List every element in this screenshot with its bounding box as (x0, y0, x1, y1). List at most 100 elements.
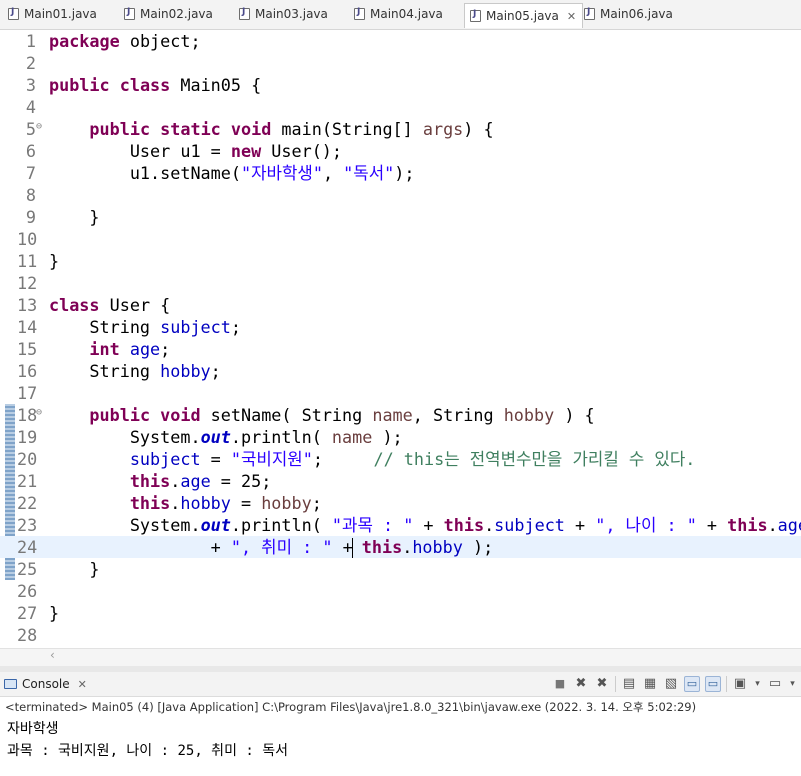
close-icon[interactable]: ✕ (567, 10, 576, 23)
string-literal: "국비지원" (230, 449, 313, 469)
word-wrap-icon[interactable]: ▧ (663, 676, 679, 692)
static-field: out (200, 427, 231, 447)
code-text: . (402, 537, 413, 557)
code-editor[interactable]: 1 package object; 2 3 public class Main05 … (0, 30, 801, 648)
code-text: = (230, 493, 262, 513)
remove-launch-icon[interactable]: ✖ (573, 676, 589, 692)
tab-main02[interactable]: Main02.java (124, 4, 213, 24)
fold-icon[interactable]: ⊖ (36, 116, 42, 138)
display-console-icon[interactable]: ▭ (767, 676, 783, 692)
code-line: 6 User u1 = new User(); (0, 140, 801, 162)
code-text: String (49, 361, 161, 381)
line-number: 26 (17, 581, 38, 601)
code-text: . (170, 471, 181, 491)
terminate-icon[interactable]: ■ (552, 676, 568, 692)
tab-main05[interactable]: Main05.java ✕ (464, 3, 584, 28)
tab-main04[interactable]: Main04.java (354, 4, 443, 24)
field: age (180, 471, 211, 491)
show-on-output-icon[interactable]: ▭ (684, 676, 700, 692)
field: age (129, 339, 161, 359)
chevron-down-icon[interactable]: ▾ (753, 676, 762, 692)
code-text: ) { (554, 405, 595, 425)
code-text: = (200, 449, 231, 469)
keyword: public (49, 75, 110, 95)
close-icon[interactable]: ✕ (78, 678, 87, 691)
horizontal-scrollbar[interactable]: ‹ (0, 648, 801, 666)
code-line: 17 (0, 382, 801, 404)
fold-icon[interactable]: ⊖ (36, 402, 42, 424)
code-text: User { (99, 295, 171, 315)
code-line: 5 ⊖ public static void main(String[] args… (0, 118, 801, 140)
code-text: + (564, 515, 596, 535)
keyword: int (89, 339, 120, 359)
code-text: . (767, 515, 778, 535)
tab-main01[interactable]: Main01.java (8, 4, 97, 24)
line-number: 17 (17, 383, 38, 403)
scroll-left-icon[interactable]: ‹ (50, 648, 55, 662)
field: subject (129, 449, 201, 469)
console-output-line: 과목 : 국비지원, 나이 : 25, 취미 : 독서 (7, 743, 288, 759)
code-line: 26 (0, 580, 801, 602)
code-text: + (332, 537, 353, 557)
line-number: 23 (17, 515, 38, 535)
keyword: new (230, 141, 262, 161)
clear-console-icon[interactable]: ▤ (621, 676, 637, 692)
keyword: this (443, 515, 485, 535)
line-number: 16 (17, 361, 38, 381)
line-number: 15 (17, 339, 38, 359)
code-line: 14 String subject; (0, 316, 801, 338)
current-code-line: 24 + ", 취미 : " + this.hobby ); (0, 536, 801, 558)
code-text: . (170, 493, 181, 513)
line-number: 12 (17, 273, 38, 293)
code-line: 13 class User { (0, 294, 801, 316)
keyword: this (361, 537, 403, 557)
code-text: , (322, 163, 344, 183)
tab-label: Main03.java (255, 7, 328, 21)
keyword: public (89, 405, 151, 425)
keyword: this (129, 471, 171, 491)
string-literal: "자바학생" (240, 163, 323, 183)
code-text: + (49, 537, 231, 557)
pin-console-icon[interactable]: ▣ (732, 676, 748, 692)
java-file-icon (354, 7, 365, 20)
java-file-icon (470, 9, 481, 22)
console-header: Console ✕ ■ ✖ ✖ ▤ ▦ ▧ ▭ ▭ ▣ ▾ ▭ ▾ (0, 672, 801, 697)
tab-main03[interactable]: Main03.java (239, 4, 328, 24)
code-line: 12 (0, 272, 801, 294)
line-number: 27 (17, 603, 38, 623)
tab-main06[interactable]: Main06.java (584, 4, 673, 24)
code-line: 23 System.out.println( "과목 : " + this.su… (0, 514, 801, 536)
code-text: } (49, 251, 60, 271)
console-toolbar: ■ ✖ ✖ ▤ ▦ ▧ ▭ ▭ ▣ ▾ ▭ ▾ (552, 675, 797, 693)
line-number: 22 (17, 493, 38, 513)
tab-label: Main02.java (140, 7, 213, 21)
console-status: <terminated> Main05 (4) [Java Applicatio… (5, 700, 697, 714)
console-icon (4, 679, 17, 689)
code-text: u1.setName( (49, 163, 241, 183)
line-number: 9 (25, 207, 36, 227)
string-literal: "독서" (343, 163, 395, 183)
code-line: 7 u1.setName("자바학생", "독서"); (0, 162, 801, 184)
code-text: ; (312, 449, 374, 469)
console-tab-label: Console (22, 677, 70, 691)
keyword: package (49, 31, 120, 51)
tab-console[interactable]: Console ✕ (4, 674, 87, 694)
code-text: System. (49, 427, 201, 447)
show-on-error-icon[interactable]: ▭ (705, 676, 721, 692)
line-number: 14 (17, 317, 38, 337)
code-text: String (49, 317, 161, 337)
line-number: 5 (25, 119, 36, 139)
string-literal: "과목 : " (331, 515, 414, 535)
code-text: ) { (463, 119, 494, 139)
remove-all-terminated-icon[interactable]: ✖ (594, 676, 610, 692)
code-text: ); (394, 163, 415, 183)
scroll-lock-icon[interactable]: ▦ (642, 676, 658, 692)
chevron-down-icon[interactable]: ▾ (788, 676, 797, 692)
code-text: = 25; (210, 471, 272, 491)
keyword: this (129, 493, 171, 513)
tab-label: Main01.java (24, 7, 97, 21)
line-number: 28 (17, 625, 38, 645)
toolbar-separator (726, 676, 727, 692)
code-line: 25 } (0, 558, 801, 580)
